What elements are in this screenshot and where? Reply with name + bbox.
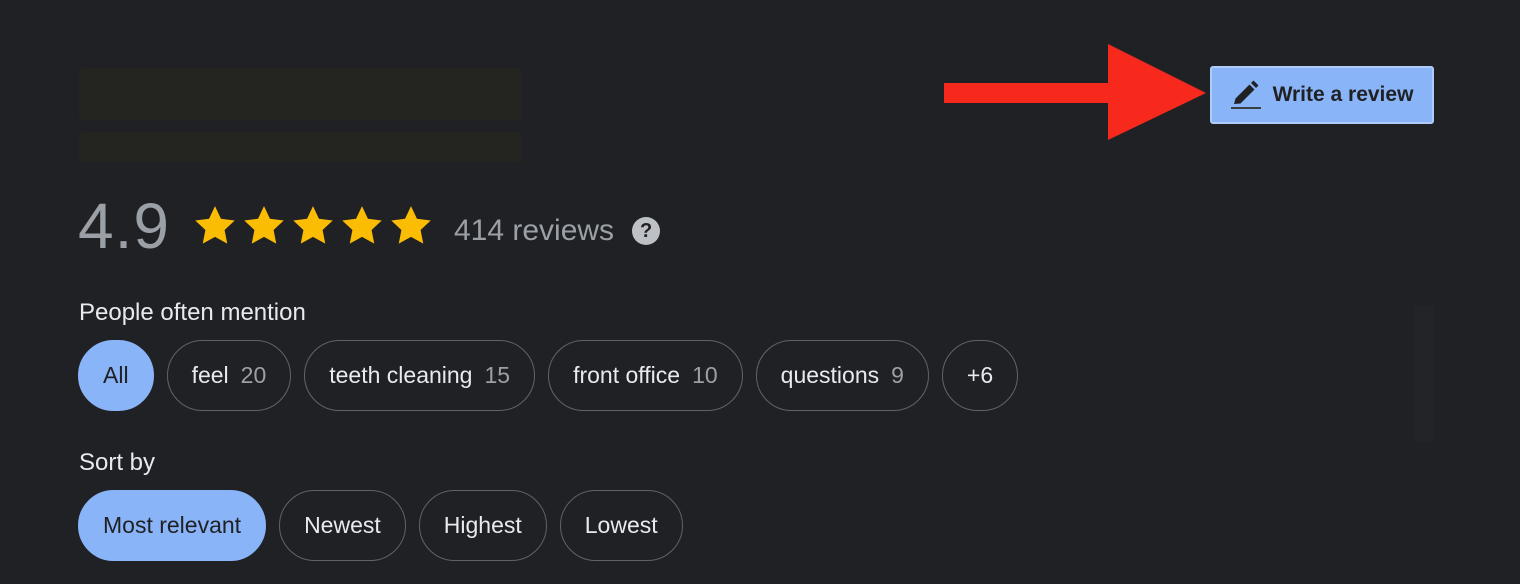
sort-chips: Most relevant Newest Highest Lowest	[78, 490, 683, 561]
mention-chip-label: questions	[780, 362, 880, 388]
mention-chip[interactable]: front office 10	[548, 340, 743, 411]
write-review-button[interactable]: Write a review	[1210, 66, 1434, 124]
mention-chips: All feel 20 teeth cleaning 15 front office 10 q…	[78, 340, 1019, 411]
people-mention-heading: People often mention	[79, 299, 306, 326]
star-icon	[195, 206, 235, 244]
scroll-edge	[1414, 306, 1434, 442]
mention-chip[interactable]: feel 20	[166, 340, 292, 411]
rating-value: 4.9	[78, 190, 170, 262]
help-symbol: ?	[639, 219, 653, 242]
mention-chip-label: teeth cleaning	[329, 362, 473, 388]
star-icon	[342, 206, 382, 244]
mention-chip-count: 15	[484, 362, 511, 388]
review-count[interactable]: 414 reviews	[454, 216, 614, 246]
mention-chip-label: front office	[573, 362, 681, 388]
mention-chip-count: 9	[891, 362, 904, 388]
sort-option[interactable]: Highest	[418, 490, 547, 561]
pencil-icon	[1230, 80, 1261, 109]
sort-option-label: Lowest	[584, 512, 658, 538]
star-icon	[293, 206, 333, 244]
mention-chip[interactable]: +6	[941, 340, 1019, 411]
sort-option[interactable]: Most relevant	[78, 490, 267, 561]
rating-summary: 4.9 414 reviews ?	[78, 190, 661, 262]
redacted-business-subtitle	[79, 132, 522, 162]
red-arrow-icon	[944, 44, 1206, 140]
sort-option-label: Newest	[304, 512, 381, 538]
star-icon	[244, 206, 284, 244]
mention-chip-count: 20	[240, 362, 267, 388]
star-icon	[391, 206, 431, 244]
sort-by-heading: Sort by	[79, 449, 156, 476]
help-icon[interactable]: ?	[632, 217, 661, 245]
sort-option[interactable]: Lowest	[559, 490, 683, 561]
mention-chip-label: feel	[191, 362, 229, 388]
mention-chip-label: +6	[966, 362, 994, 388]
star-rating	[192, 203, 434, 249]
sort-option-label: Most relevant	[103, 512, 242, 538]
mention-chip-label: All	[103, 362, 129, 388]
sort-option-label: Highest	[443, 512, 522, 538]
reviews-panel: Write a review 4.9 414 reviews ? People …	[0, 0, 1520, 584]
sort-option[interactable]: Newest	[279, 490, 406, 561]
mention-chip[interactable]: questions 9	[755, 340, 929, 411]
mention-chip[interactable]: teeth cleaning 15	[304, 340, 536, 411]
write-review-label: Write a review	[1272, 83, 1414, 106]
redacted-business-name	[79, 68, 522, 120]
mention-chip[interactable]: All	[78, 340, 154, 411]
mention-chip-count: 10	[692, 362, 718, 388]
